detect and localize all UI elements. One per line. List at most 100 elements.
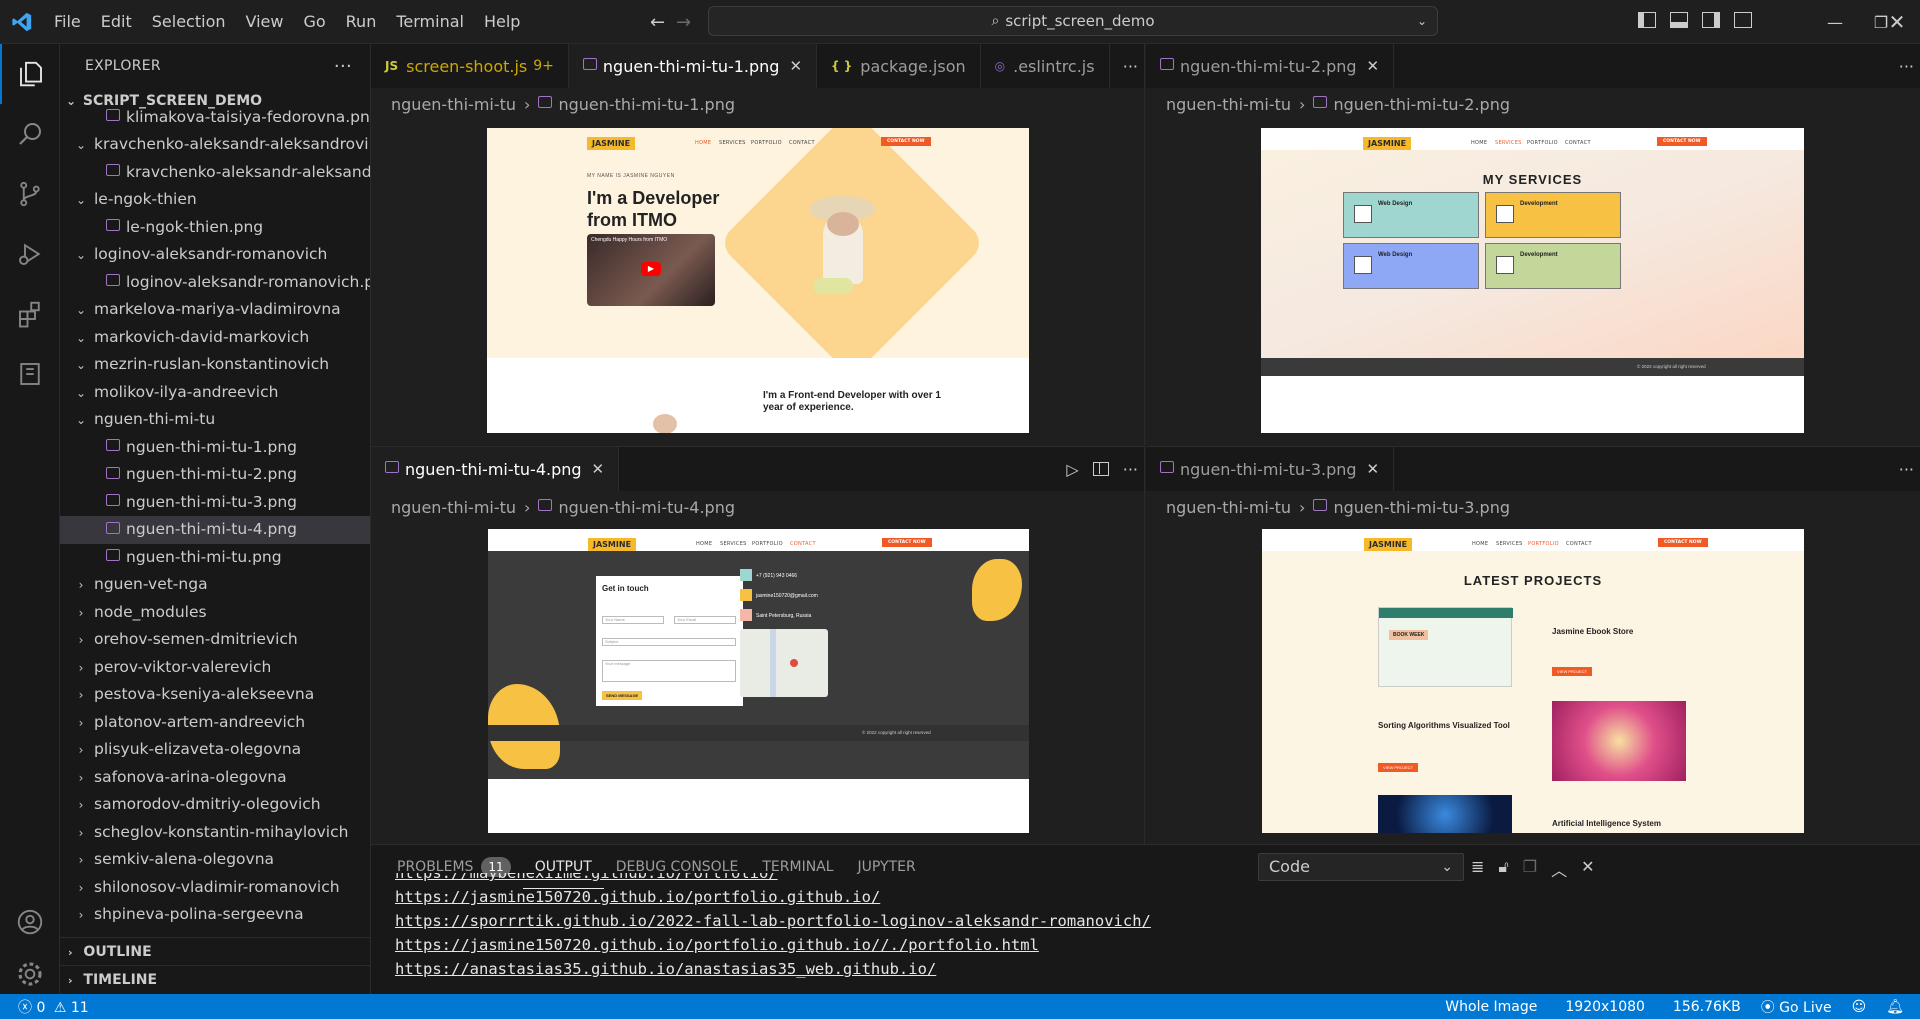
output-link[interactable]: https://maybenexiime.github.io/Portfolio… [371, 873, 1920, 885]
remote-explorer-icon[interactable] [0, 344, 60, 404]
minimize-button[interactable]: — [1812, 0, 1858, 44]
breadcrumb-folder[interactable]: nguen-thi-mi-tu [1166, 498, 1291, 517]
breadcrumb-file[interactable]: nguen-thi-mi-tu-1.png [558, 95, 735, 114]
breadcrumb-folder[interactable]: nguen-thi-mi-tu [1166, 95, 1291, 114]
tree-folder[interactable]: › platonov-artem-andreevich [60, 709, 370, 737]
tree-folder[interactable]: › safonova-arina-olegovna [60, 764, 370, 792]
tree-folder[interactable]: › nguen-vet-nga [60, 571, 370, 599]
toggle-panel-icon[interactable] [1670, 12, 1688, 28]
tree-folder[interactable]: ⌄ markovich-david-markovich [60, 324, 370, 352]
back-arrow-icon[interactable]: ← [650, 12, 665, 33]
book-week-badge: BOOK WEEK [1389, 630, 1429, 640]
tree-folder[interactable]: ⌄ le-ngok-thien [60, 186, 370, 214]
tree-label: shilonosov-vladimir-romanovich [94, 877, 340, 896]
tab-nguen-thi-mi-tu-3[interactable]: nguen-thi-mi-tu-3.png ✕ [1146, 447, 1395, 491]
tree-folder[interactable]: › pestova-kseniya-alekseevna [60, 681, 370, 709]
tree-folder[interactable]: ⌄ loginov-aleksandr-romanovich [60, 241, 370, 269]
more-actions-icon[interactable]: ··· [1123, 460, 1138, 479]
tree-folder[interactable]: › scheglov-konstantin-mihaylovich [60, 819, 370, 847]
tab-label: nguen-thi-mi-tu-2.png [1180, 56, 1357, 76]
tree-folder[interactable]: ⌄ markelova-mariya-vladimirovna [60, 296, 370, 324]
tree-folder[interactable]: › node_modules [60, 599, 370, 627]
tree-folder[interactable]: ⌄ molikov-ilya-andreevich [60, 379, 370, 407]
tab-png[interactable]: nguen-thi-mi-tu-1.png ✕ [568, 44, 818, 88]
accounts-icon[interactable] [0, 892, 60, 952]
close-icon[interactable]: ✕ [592, 460, 605, 478]
outline-section[interactable]: › OUTLINE [60, 937, 370, 965]
feedback-icon[interactable]: ☺ [1842, 999, 1877, 1015]
menu-terminal[interactable]: Terminal [386, 0, 474, 44]
timeline-section[interactable]: › TIMELINE [60, 965, 370, 993]
breadcrumb-file[interactable]: nguen-thi-mi-tu-3.png [1333, 498, 1510, 517]
extensions-icon[interactable] [0, 284, 60, 344]
tab-nguen-thi-mi-tu-4[interactable]: nguen-thi-mi-tu-4.png ✕ [371, 447, 620, 491]
tree-folder[interactable]: › shpineva-polina-sergeevna [60, 901, 370, 929]
source-control-icon[interactable] [0, 164, 60, 224]
service-icon [1354, 256, 1372, 274]
tree-folder[interactable]: › samorodov-dmitriy-olegovich [60, 791, 370, 819]
tree-file[interactable]: nguen-thi-mi-tu.png [60, 544, 370, 572]
search-activity-icon[interactable] [0, 104, 60, 164]
output-link[interactable]: https://sporrrtik.github.io/2022-fall-la… [371, 909, 1920, 933]
tree-folder[interactable]: › perov-viktor-valerevich [60, 654, 370, 682]
tree-file[interactable]: nguen-thi-mi-tu-4.png [60, 516, 370, 544]
more-actions-icon[interactable]: ··· [334, 56, 352, 77]
tree-folder[interactable]: › plisyuk-elizaveta-olegovna [60, 736, 370, 764]
tree-file[interactable]: klimakova-taisiya-fedorovna.png [60, 104, 370, 132]
menu-run[interactable]: Run [336, 0, 387, 44]
tree-folder[interactable]: › semkiv-alena-olegovna [60, 846, 370, 874]
command-center[interactable]: ⌕ script_screen_demo ⌄ [708, 6, 1438, 36]
tree-folder[interactable]: ⌄ nguen-thi-mi-tu [60, 406, 370, 434]
forward-arrow-icon[interactable]: → [676, 12, 691, 33]
menu-edit[interactable]: Edit [91, 0, 142, 44]
go-live-button[interactable]: ⦿ Go Live [1751, 997, 1842, 1017]
tab-js[interactable]: JS screen-shoot.js 9+ [371, 44, 569, 88]
breadcrumb-file[interactable]: nguen-thi-mi-tu-2.png [1333, 95, 1510, 114]
tree-label: safonova-arina-olegovna [94, 767, 287, 786]
menu-view[interactable]: View [236, 0, 294, 44]
more-actions-icon[interactable]: ··· [1123, 57, 1138, 76]
notifications-bell-icon[interactable]: 🔔︎ [1876, 999, 1920, 1015]
tab-eslint[interactable]: ◎ .eslintrc.js [980, 44, 1110, 88]
menu-go[interactable]: Go [293, 0, 335, 44]
run-debug-icon[interactable] [0, 224, 60, 284]
image-zoom-mode[interactable]: Whole Image [1435, 999, 1547, 1015]
output-link[interactable]: https://jasmine150720.github.io/portfoli… [371, 885, 1920, 909]
breadcrumb-folder[interactable]: nguen-thi-mi-tu [391, 95, 516, 114]
tree-file[interactable]: kravchenko-aleksandr-aleksandro... [60, 159, 370, 187]
toggle-secondary-sidebar-icon[interactable] [1702, 12, 1720, 28]
tree-folder[interactable]: › orehov-semen-dmitrievich [60, 626, 370, 654]
menu-selection[interactable]: Selection [142, 0, 236, 44]
more-actions-icon[interactable]: ··· [1899, 57, 1914, 76]
tab-json[interactable]: { } package.json [817, 44, 981, 88]
close-icon[interactable]: ✕ [1367, 460, 1380, 478]
tree-folder[interactable]: › shilonosov-vladimir-romanovich [60, 874, 370, 902]
tree-folder[interactable]: ⌄ kravchenko-aleksandr-aleksandrovi... [60, 131, 370, 159]
breadcrumb-folder[interactable]: nguen-thi-mi-tu [391, 498, 516, 517]
menu-file[interactable]: File [44, 0, 91, 44]
chevron-down-icon[interactable]: ⌄ [1417, 14, 1427, 28]
split-editor-icon[interactable] [1092, 462, 1109, 476]
tree-file[interactable]: nguen-thi-mi-tu-1.png [60, 434, 370, 462]
tree-file[interactable]: nguen-thi-mi-tu-2.png [60, 461, 370, 489]
output-link[interactable]: https://anastasias35.github.io/anastasia… [371, 957, 1920, 981]
breadcrumb: nguen-thi-mi-tu › nguen-thi-mi-tu-2.png [1146, 88, 1920, 120]
tree-file[interactable]: le-ngok-thien.png [60, 214, 370, 242]
tree-folder[interactable]: ⌄ mezrin-ruslan-konstantinovich [60, 351, 370, 379]
breadcrumb-file[interactable]: nguen-thi-mi-tu-4.png [558, 498, 735, 517]
tree-file[interactable]: nguen-thi-mi-tu-3.png [60, 489, 370, 517]
problems-status[interactable]: ⓧ 0 ⚠ 11 [0, 997, 99, 1017]
close-icon[interactable]: ✕ [789, 57, 802, 75]
menu-help[interactable]: Help [474, 0, 530, 44]
run-play-icon[interactable]: ▷ [1066, 460, 1078, 479]
close-window-button[interactable]: ✕ [1874, 0, 1920, 44]
tab-label: nguen-thi-mi-tu-1.png [602, 56, 780, 76]
tree-file[interactable]: loginov-aleksandr-romanovich.png [60, 269, 370, 297]
toggle-primary-sidebar-icon[interactable] [1638, 12, 1656, 28]
close-icon[interactable]: ✕ [1367, 57, 1380, 75]
customize-layout-icon[interactable] [1734, 12, 1752, 28]
more-actions-icon[interactable]: ··· [1899, 460, 1914, 479]
output-link[interactable]: https://jasmine150720.github.io/portfoli… [371, 933, 1920, 957]
tab-nguen-thi-mi-tu-2[interactable]: nguen-thi-mi-tu-2.png ✕ [1146, 44, 1395, 88]
explorer-icon[interactable] [0, 44, 60, 104]
